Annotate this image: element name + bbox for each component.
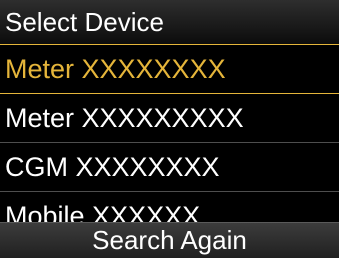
page-title: Select Device [5,7,164,37]
device-item-meter-2[interactable]: Meter XXXXXXXXX [0,94,339,143]
device-item-cgm[interactable]: CGM XXXXXXXX [0,143,339,192]
device-list: Meter XXXXXXXX Meter XXXXXXXXX CGM XXXXX… [0,44,339,241]
search-again-button[interactable]: Search Again [0,222,339,258]
select-device-screen: Select Device Meter XXXXXXXX Meter XXXXX… [0,0,339,258]
device-item-label: Meter XXXXXXXX [5,54,226,84]
device-item-label: CGM XXXXXXXX [5,152,220,182]
device-item-meter-1[interactable]: Meter XXXXXXXX [0,44,339,94]
device-item-label: Meter XXXXXXXXX [5,103,244,133]
header-bar: Select Device [0,0,339,45]
search-again-label: Search Again [92,225,247,255]
